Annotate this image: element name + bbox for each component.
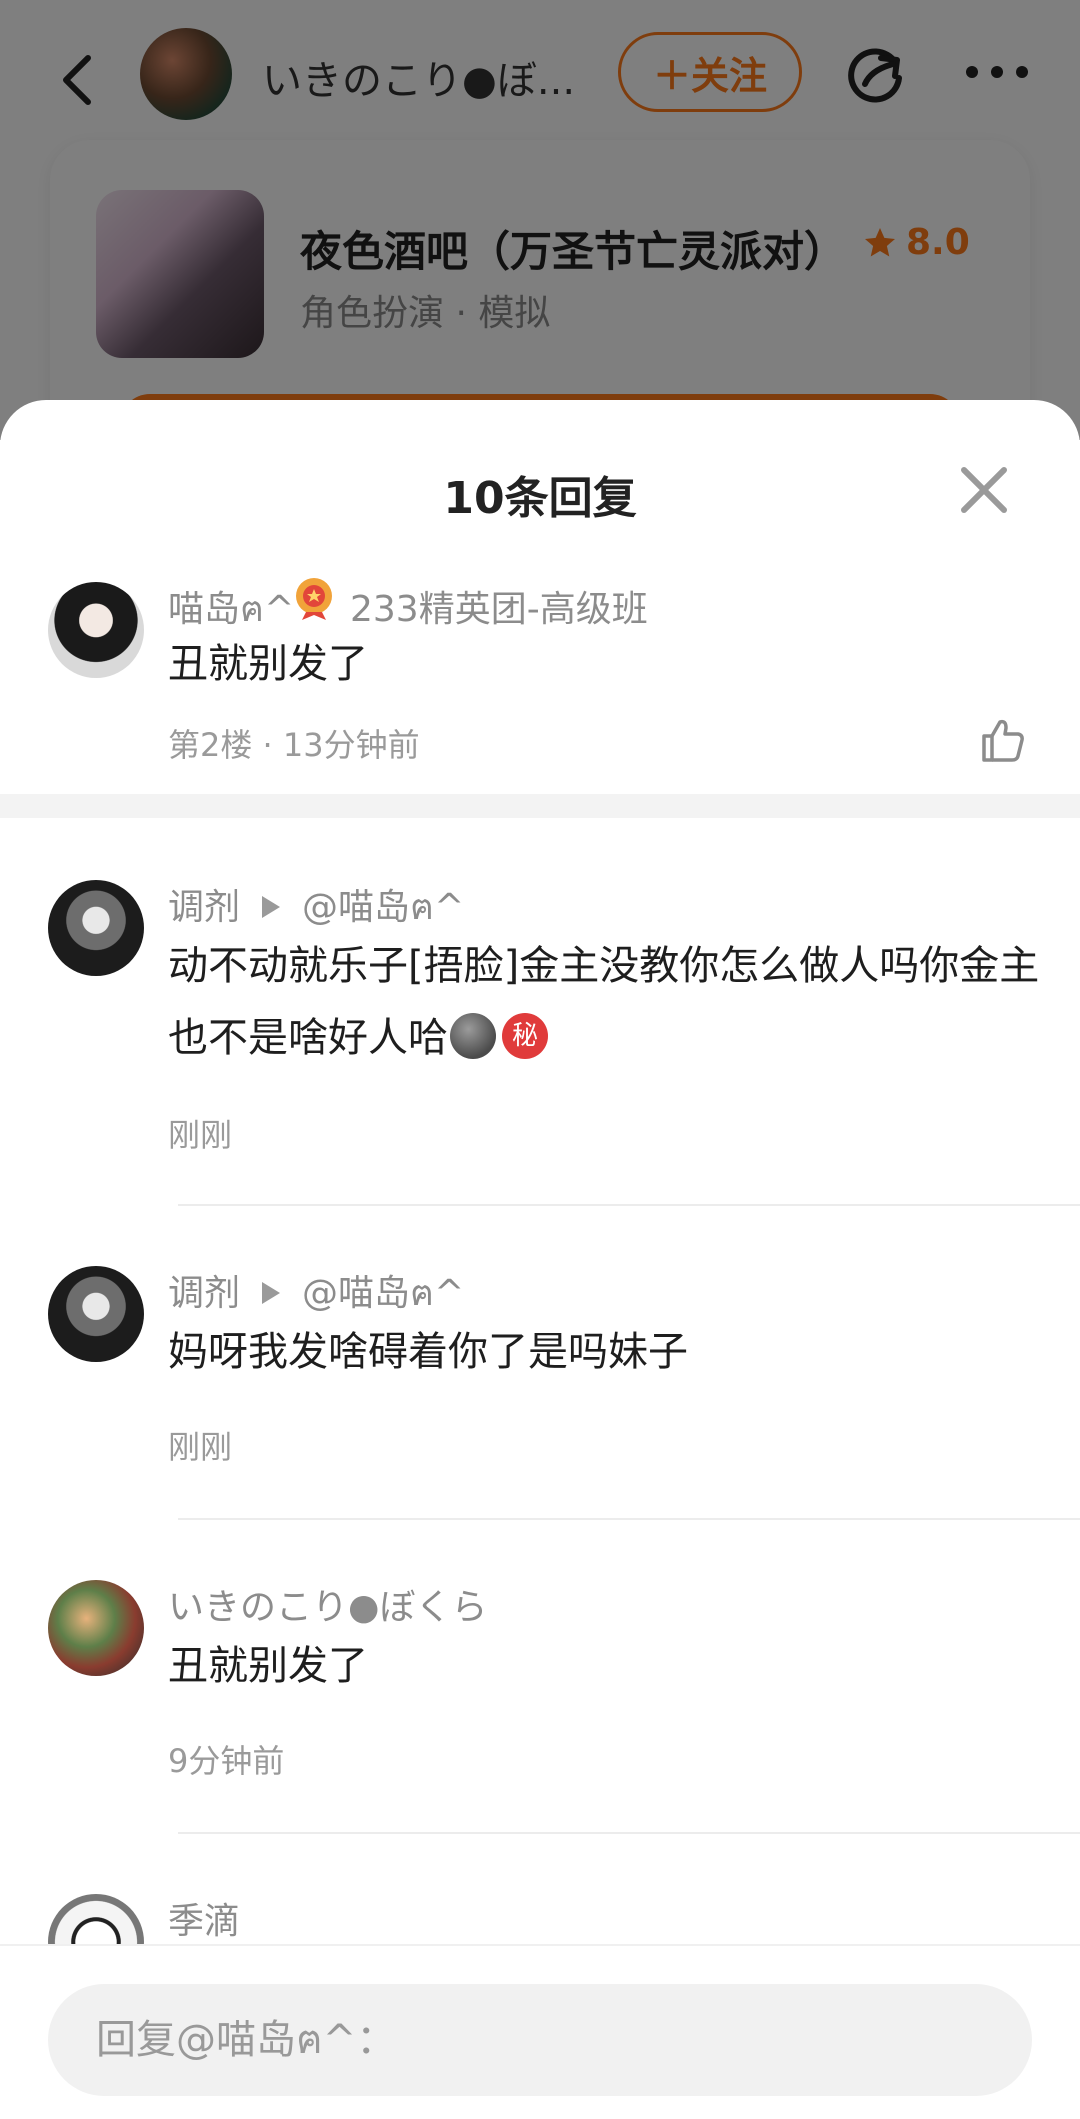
close-icon[interactable] [958,464,1010,516]
reply-header: 调剂 @喵岛ฅ^ [168,878,464,935]
reply-header: 调剂 @喵岛ฅ^ [168,1264,464,1321]
reply-username[interactable]: 季滴 [168,1892,240,1944]
reply-input[interactable] [48,1984,1032,2096]
reply-target[interactable]: @喵岛ฅ^ [302,887,464,928]
sheet-title: 10条回复 [443,473,637,524]
replies-sheet: 10条回复 喵岛ฅ^ 233精英团-高级班 丑就别发了 第2楼 · 13分钟前 … [0,400,1080,2117]
reply-text[interactable]: 丑就别发了 [168,1630,368,1702]
reply-username[interactable]: 调剂 [168,1273,240,1314]
smile-emoji-icon [450,1013,496,1059]
avatar[interactable] [48,1266,144,1362]
badge-label: 233精英团-高级班 [350,589,648,630]
comment-meta: 第2楼 · 13分钟前 [168,726,420,764]
reply-text-content: 动不动就乐子[捂脸]金主没教你怎么做人吗你金主也不是啥好人哈 [168,943,1040,1061]
reply-text[interactable]: 动不动就乐子[捂脸]金主没教你怎么做人吗你金主也不是啥好人哈秘 [168,930,1048,1074]
avatar[interactable] [48,880,144,976]
reply-time: 刚刚 [168,1116,233,1154]
reply-target[interactable]: @喵岛ฅ^ [302,1273,464,1314]
badge-icon [296,578,332,620]
dim-overlay[interactable] [0,0,1080,440]
comment-text[interactable]: 丑就别发了 [168,628,368,700]
reply-arrow-icon [262,1282,281,1304]
like-icon[interactable] [978,716,1026,764]
avatar[interactable] [48,582,144,678]
reply-text[interactable]: 妈呀我发啥碍着你了是吗妹子 [168,1316,688,1388]
reply-input-bar [0,1944,1080,2119]
secret-emoji-icon: 秘 [502,1013,548,1059]
section-divider [0,794,1080,818]
divider [178,1518,1080,1520]
reply-time: 9分钟前 [168,1742,285,1780]
reply-arrow-icon [262,896,281,918]
reply-username[interactable]: いきのこり●ぼくら [168,1578,487,1630]
reply-time: 刚刚 [168,1428,233,1466]
divider [178,1204,1080,1206]
divider [178,1832,1080,1834]
main-comment: 喵岛ฅ^ 233精英团-高级班 丑就别发了 第2楼 · 13分钟前 [0,570,1080,806]
reply-username[interactable]: 调剂 [168,887,240,928]
avatar[interactable] [48,1580,144,1676]
